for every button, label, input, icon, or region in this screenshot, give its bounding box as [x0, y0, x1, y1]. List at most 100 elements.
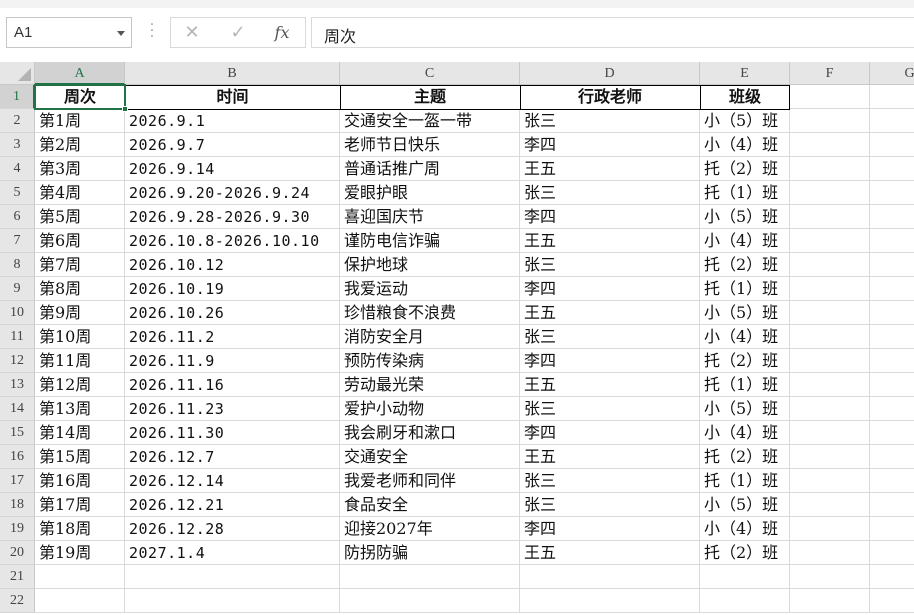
cell-C2[interactable]: 交通安全一盔一带 [340, 109, 520, 133]
cell-D16[interactable]: 王五 [520, 445, 700, 469]
row-header-9[interactable]: 9 [0, 277, 35, 301]
cell-E14[interactable]: 小（5）班 [700, 397, 790, 421]
cell-G13[interactable] [870, 373, 914, 397]
cell-A18[interactable]: 第17周 [35, 493, 125, 517]
cell-F20[interactable] [790, 541, 870, 565]
cell-C11[interactable]: 消防安全月 [340, 325, 520, 349]
cell-D20[interactable]: 王五 [520, 541, 700, 565]
row-header-6[interactable]: 6 [0, 205, 35, 229]
cell-D2[interactable]: 张三 [520, 109, 700, 133]
cell-F14[interactable] [790, 397, 870, 421]
cell-F2[interactable] [790, 109, 870, 133]
cell-B2[interactable]: 2026.9.1 [125, 109, 340, 133]
cell-C12[interactable]: 预防传染病 [340, 349, 520, 373]
row-header-5[interactable]: 5 [0, 181, 35, 205]
cell-F9[interactable] [790, 277, 870, 301]
cell-F15[interactable] [790, 421, 870, 445]
cell-E5[interactable]: 托（1）班 [700, 181, 790, 205]
row-header-3[interactable]: 3 [0, 133, 35, 157]
enter-icon[interactable]: ✓ [225, 22, 251, 44]
cell-G10[interactable] [870, 301, 914, 325]
cell-A5[interactable]: 第4周 [35, 181, 125, 205]
cell-G2[interactable] [870, 109, 914, 133]
row-header-19[interactable]: 19 [0, 517, 35, 541]
column-header-B[interactable]: B [125, 62, 340, 85]
cell-B10[interactable]: 2026.10.26 [125, 301, 340, 325]
cell-B19[interactable]: 2026.12.28 [125, 517, 340, 541]
cell-A3[interactable]: 第2周 [35, 133, 125, 157]
cell-E22[interactable] [700, 589, 790, 613]
cell-C14[interactable]: 爱护小动物 [340, 397, 520, 421]
cell-C8[interactable]: 保护地球 [340, 253, 520, 277]
row-header-2[interactable]: 2 [0, 109, 35, 133]
cell-E6[interactable]: 小（5）班 [700, 205, 790, 229]
column-header-E[interactable]: E [700, 62, 790, 85]
cell-A14[interactable]: 第13周 [35, 397, 125, 421]
column-header-C[interactable]: C [340, 62, 520, 85]
cell-A7[interactable]: 第6周 [35, 229, 125, 253]
cell-C5[interactable]: 爱眼护眼 [340, 181, 520, 205]
cell-C15[interactable]: 我会刷牙和漱口 [340, 421, 520, 445]
cell-C9[interactable]: 我爱运动 [340, 277, 520, 301]
cell-F1[interactable] [790, 85, 870, 109]
column-header-F[interactable]: F [790, 62, 870, 85]
cell-B3[interactable]: 2026.9.7 [125, 133, 340, 157]
cell-F6[interactable] [790, 205, 870, 229]
cell-G16[interactable] [870, 445, 914, 469]
cell-D12[interactable]: 李四 [520, 349, 700, 373]
cell-F22[interactable] [790, 589, 870, 613]
column-header-G[interactable]: G [870, 62, 914, 85]
cell-C17[interactable]: 我爱老师和同伴 [340, 469, 520, 493]
cell-B14[interactable]: 2026.11.23 [125, 397, 340, 421]
cell-A9[interactable]: 第8周 [35, 277, 125, 301]
cell-C16[interactable]: 交通安全 [340, 445, 520, 469]
header-cell-B[interactable]: 时间 [125, 85, 340, 109]
row-header-20[interactable]: 20 [0, 541, 35, 565]
insert-function-icon[interactable]: fx [269, 22, 295, 44]
cell-E9[interactable]: 托（1）班 [700, 277, 790, 301]
row-header-15[interactable]: 15 [0, 421, 35, 445]
cell-D8[interactable]: 张三 [520, 253, 700, 277]
cell-E11[interactable]: 小（4）班 [700, 325, 790, 349]
cell-D7[interactable]: 王五 [520, 229, 700, 253]
cell-B8[interactable]: 2026.10.12 [125, 253, 340, 277]
cell-G6[interactable] [870, 205, 914, 229]
cell-C4[interactable]: 普通话推广周 [340, 157, 520, 181]
cell-E8[interactable]: 托（2）班 [700, 253, 790, 277]
cell-A12[interactable]: 第11周 [35, 349, 125, 373]
cell-F16[interactable] [790, 445, 870, 469]
cell-D4[interactable]: 王五 [520, 157, 700, 181]
header-cell-A[interactable]: 周次 [35, 85, 125, 109]
cell-G22[interactable] [870, 589, 914, 613]
cell-F18[interactable] [790, 493, 870, 517]
cell-A4[interactable]: 第3周 [35, 157, 125, 181]
cell-A22[interactable] [35, 589, 125, 613]
cell-E12[interactable]: 托（2）班 [700, 349, 790, 373]
row-header-18[interactable]: 18 [0, 493, 35, 517]
cell-D6[interactable]: 李四 [520, 205, 700, 229]
row-header-16[interactable]: 16 [0, 445, 35, 469]
cancel-icon[interactable]: ✕ [179, 22, 205, 44]
cell-C21[interactable] [340, 565, 520, 589]
cell-B5[interactable]: 2026.9.20-2026.9.24 [125, 181, 340, 205]
cell-A21[interactable] [35, 565, 125, 589]
cell-G1[interactable] [870, 85, 914, 109]
cell-C6[interactable]: 喜迎国庆节 [340, 205, 520, 229]
chevron-down-icon[interactable] [117, 31, 125, 36]
column-header-A[interactable]: A [35, 62, 125, 85]
cell-B4[interactable]: 2026.9.14 [125, 157, 340, 181]
cell-A19[interactable]: 第18周 [35, 517, 125, 541]
cell-E13[interactable]: 托（1）班 [700, 373, 790, 397]
cell-G5[interactable] [870, 181, 914, 205]
cell-D15[interactable]: 李四 [520, 421, 700, 445]
row-header-17[interactable]: 17 [0, 469, 35, 493]
header-cell-C[interactable]: 主题 [340, 85, 520, 109]
row-header-1[interactable]: 1 [0, 85, 35, 109]
cell-A15[interactable]: 第14周 [35, 421, 125, 445]
cell-C18[interactable]: 食品安全 [340, 493, 520, 517]
row-header-12[interactable]: 12 [0, 349, 35, 373]
cell-G21[interactable] [870, 565, 914, 589]
row-header-21[interactable]: 21 [0, 565, 35, 589]
cell-F19[interactable] [790, 517, 870, 541]
cell-D21[interactable] [520, 565, 700, 589]
